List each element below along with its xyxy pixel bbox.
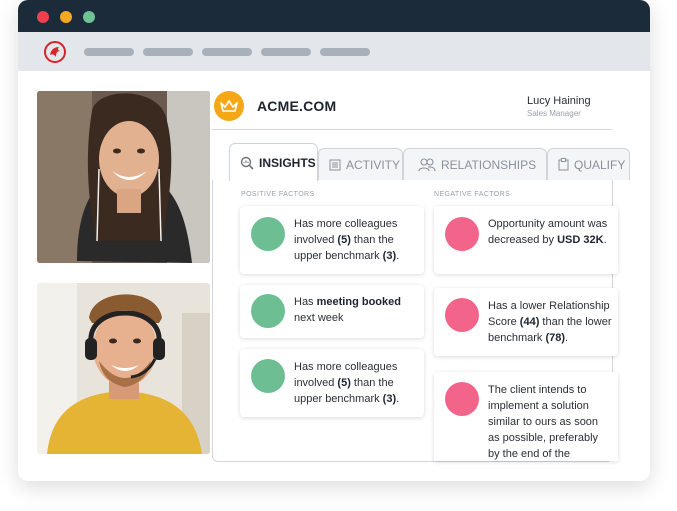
negative-factor-card[interactable]: Opportunity amount was decreased by USD …	[434, 206, 618, 274]
toolbar-placeholder-2[interactable]	[143, 48, 193, 56]
toolbar-placeholder-1[interactable]	[84, 48, 134, 56]
minimize-window-button[interactable]	[60, 11, 72, 23]
toolbar-placeholder-4[interactable]	[261, 48, 311, 56]
factor-text: Has more colleagues involved (5) than th…	[294, 218, 400, 262]
positive-factor-card[interactable]: Has more colleagues involved (5) than th…	[240, 349, 424, 417]
tab-activity[interactable]: ACTIVITY	[318, 148, 403, 180]
list-icon	[329, 159, 341, 170]
negative-indicator-dot	[445, 298, 479, 332]
factor-text: Has more colleagues involved (5) than th…	[294, 361, 400, 405]
negative-factor-card[interactable]: Has a lower Relationship Score (44) than…	[434, 288, 618, 356]
crm-logo-icon[interactable]	[44, 41, 66, 63]
video-tile-man[interactable]	[37, 283, 210, 454]
crown-icon	[220, 100, 238, 112]
positive-factor-card[interactable]: Has meeting booked next week	[240, 285, 424, 338]
account-logo	[214, 91, 244, 121]
tab-insights[interactable]: INSIGHTS	[229, 143, 318, 181]
user-name[interactable]: Lucy Haining	[527, 95, 591, 107]
header-divider	[212, 129, 612, 130]
negative-factors-title: NEGATIVE FACTORS	[434, 191, 511, 198]
negative-factor-card[interactable]: The client intends to implement a soluti…	[434, 372, 618, 461]
user-role: Sales Manager	[527, 109, 581, 118]
positive-indicator-dot	[251, 217, 285, 251]
positive-indicator-dot	[251, 359, 285, 393]
video-tile-woman[interactable]	[37, 91, 210, 263]
tab-relationships-label: RELATIONSHIPS	[441, 157, 537, 172]
positive-factor-card[interactable]: Has more colleagues involved (5) than th…	[240, 206, 424, 274]
search-insights-icon	[240, 156, 254, 170]
title-bar	[18, 0, 650, 32]
toolbar-placeholder-5[interactable]	[320, 48, 370, 56]
tab-qualify-label: QUALIFY	[574, 157, 626, 172]
tab-qualify[interactable]: QUALIFY	[547, 148, 630, 180]
app-toolbar	[18, 32, 650, 71]
positive-indicator-dot	[251, 294, 285, 328]
close-window-button[interactable]	[37, 11, 49, 23]
people-icon	[418, 157, 436, 171]
clipboard-icon	[558, 158, 569, 171]
tab-activity-label: ACTIVITY	[346, 157, 401, 172]
negative-indicator-dot	[445, 382, 479, 416]
positive-factors-title: POSITIVE FACTORS	[241, 191, 315, 198]
factor-text: Has meeting booked next week	[294, 296, 401, 324]
tab-insights-label: INSIGHTS	[259, 155, 316, 170]
toolbar-placeholder-3[interactable]	[202, 48, 252, 56]
factor-text: Opportunity amount was decreased by USD …	[488, 218, 608, 246]
tab-relationships[interactable]: RELATIONSHIPS	[403, 148, 547, 180]
negative-indicator-dot	[445, 217, 479, 251]
factor-text: The client intends to implement a soluti…	[488, 384, 599, 460]
factor-text: Has a lower Relationship Score (44) than…	[488, 300, 612, 344]
maximize-window-button[interactable]	[83, 11, 95, 23]
account-name[interactable]: ACME.COM	[257, 98, 336, 114]
